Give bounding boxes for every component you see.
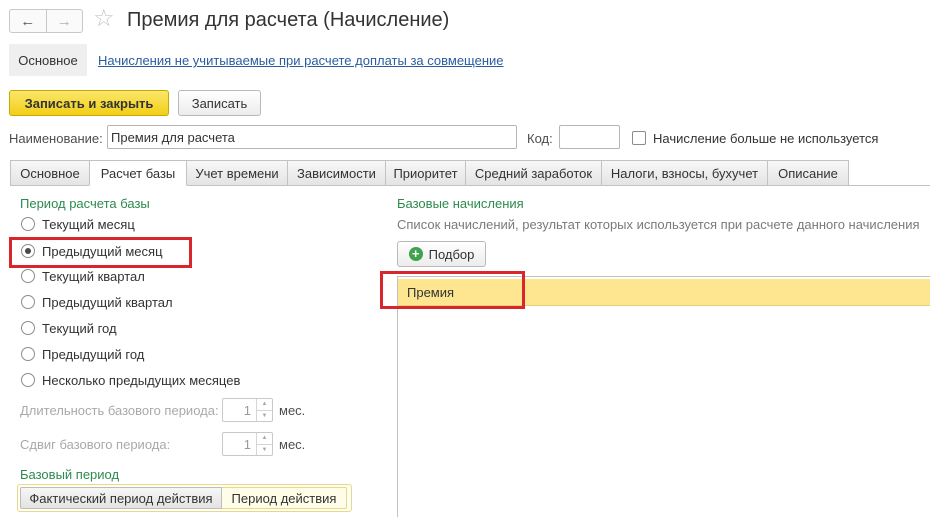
base-period-kind-title: Базовый период	[20, 467, 120, 482]
code-label: Код:	[527, 131, 553, 146]
tab-description[interactable]: Описание	[767, 160, 849, 186]
plus-circle-icon: +	[408, 247, 423, 261]
code-field[interactable]	[559, 125, 620, 149]
name-field[interactable]: Премия для расчета	[107, 125, 517, 149]
name-label: Наименование:	[9, 131, 103, 146]
radio-label: Предыдущий квартал	[42, 294, 173, 310]
tab-taxes[interactable]: Налоги, взносы, бухучет	[601, 160, 768, 186]
back-arrow-icon[interactable]: ←	[10, 10, 46, 32]
radio-label: Несколько предыдущих месяцев	[42, 372, 241, 388]
shift-stepper[interactable]: 1 ▲ ▼	[222, 432, 273, 456]
actual-period-option[interactable]: Фактический период действия	[20, 487, 222, 509]
stepper-controls: ▲ ▼	[256, 399, 272, 421]
shift-value[interactable]: 1	[223, 433, 256, 455]
radio-button[interactable]	[21, 321, 35, 335]
base-period-switch: Фактический период действия Период дейст…	[17, 484, 352, 512]
stepper-down-icon[interactable]: ▼	[257, 409, 272, 422]
base-accruals-description: Список начислений, результат которых исп…	[397, 217, 920, 232]
radio-button[interactable]	[21, 269, 35, 283]
radio-label: Текущий квартал	[42, 268, 145, 284]
radio-label: Предыдущий месяц	[42, 243, 163, 259]
radio-button[interactable]	[21, 347, 35, 361]
not-used-label: Начисление больше не используется	[653, 131, 879, 146]
radio-button[interactable]	[21, 217, 35, 231]
not-used-checkbox[interactable]	[632, 131, 646, 145]
forward-arrow-icon[interactable]: →	[45, 10, 83, 32]
radio-button[interactable]	[21, 295, 35, 309]
stepper-up-icon[interactable]: ▲	[257, 433, 272, 444]
radio-current-month[interactable]: Текущий месяц	[21, 214, 135, 234]
save-and-close-button[interactable]: Записать и закрыть	[9, 90, 169, 116]
highlight-box-premium-row	[380, 271, 525, 309]
tab-time-accounting[interactable]: Учет времени	[186, 160, 288, 186]
base-period-group-title: Период расчета базы	[20, 196, 150, 211]
shift-unit: мес.	[279, 437, 306, 452]
base-accruals-table: Премия	[397, 276, 930, 517]
tab-base-calc[interactable]: Расчет базы	[89, 160, 187, 186]
pick-label: Подбор	[428, 246, 475, 262]
nav-main-tab[interactable]: Основное	[9, 44, 87, 76]
radio-previous-month[interactable]: Предыдущий месяц	[21, 241, 163, 261]
base-accruals-title: Базовые начисления	[397, 196, 524, 211]
stepper-up-icon[interactable]: ▲	[257, 399, 272, 410]
radio-button-selected[interactable]	[21, 244, 35, 258]
duration-label: Длительность базового периода:	[20, 403, 219, 418]
radio-label: Текущий год	[42, 320, 117, 336]
radio-label: Текущий месяц	[42, 216, 135, 232]
tab-main[interactable]: Основное	[10, 160, 90, 186]
radio-current-year[interactable]: Текущий год	[21, 318, 117, 338]
duration-stepper[interactable]: 1 ▲ ▼	[222, 398, 273, 422]
radio-previous-quarter[interactable]: Предыдущий квартал	[21, 292, 173, 312]
radio-button[interactable]	[21, 373, 35, 387]
duration-value[interactable]: 1	[223, 399, 256, 421]
radio-previous-year[interactable]: Предыдущий год	[21, 344, 144, 364]
pick-button[interactable]: + Подбор	[397, 241, 486, 267]
tab-priority[interactable]: Приоритет	[385, 160, 466, 186]
stepper-controls: ▲ ▼	[256, 433, 272, 455]
stepper-down-icon[interactable]: ▼	[257, 443, 272, 456]
page-title: Премия для расчета (Начисление)	[127, 9, 450, 31]
tab-average-earnings[interactable]: Средний заработок	[465, 160, 602, 186]
save-button[interactable]: Записать	[178, 90, 261, 116]
favorite-star-icon[interactable]: ☆	[93, 7, 115, 31]
history-nav: ← →	[9, 9, 83, 33]
nav-link-excluded-accruals[interactable]: Начисления не учитываемые при расчете до…	[98, 53, 504, 68]
action-period-option[interactable]: Период действия	[222, 487, 347, 509]
radio-label: Предыдущий год	[42, 346, 145, 362]
duration-unit: мес.	[279, 403, 306, 418]
shift-label: Сдвиг базового периода:	[20, 437, 171, 452]
radio-several-previous-months[interactable]: Несколько предыдущих месяцев	[21, 370, 240, 390]
tab-bar: Основное Расчет базы Учет времени Зависи…	[10, 160, 849, 186]
tab-dependencies[interactable]: Зависимости	[287, 160, 386, 186]
radio-current-quarter[interactable]: Текущий квартал	[21, 266, 145, 286]
